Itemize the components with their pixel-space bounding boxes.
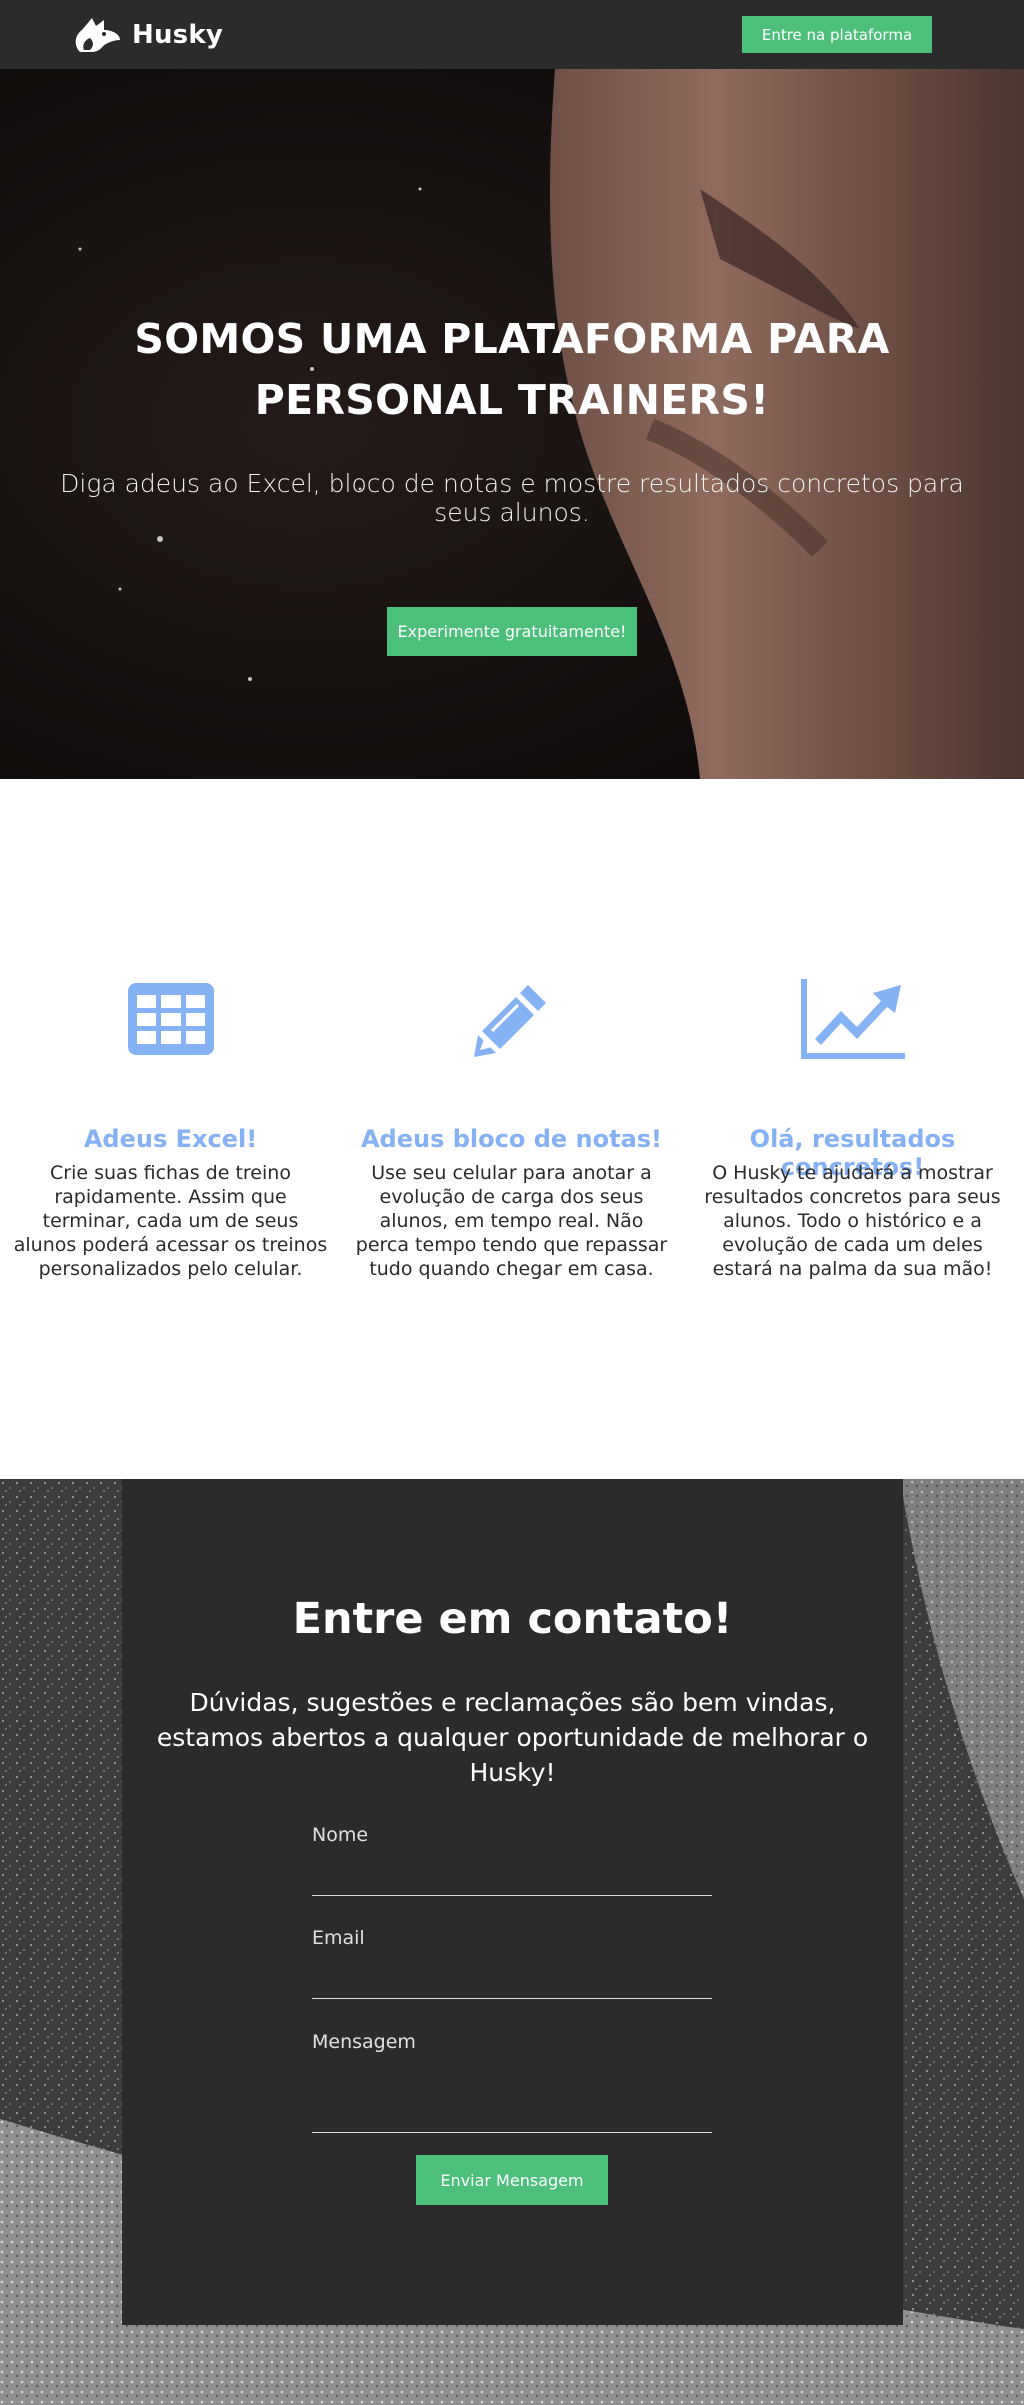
feature-text: Use seu celular para anotar a evolução d… (355, 1162, 668, 1280)
pencil-icon (473, 985, 546, 1057)
email-label: Email (312, 1927, 365, 1949)
enter-platform-button[interactable]: Entre na plataforma (742, 16, 932, 53)
contact-title: Entre em contato! (292, 1594, 733, 1644)
contact-panel: Entre em contato! Dúvidas, sugestões e r… (122, 1479, 903, 2325)
hero-title-line-1: SOMOS UMA PLATAFORMA PARA (134, 315, 890, 363)
name-label: Nome (312, 1824, 369, 1846)
email-input[interactable] (312, 1959, 712, 1995)
name-field: Nome (312, 1824, 712, 1896)
hero-subtitle: Diga adeus ao Excel, bloco de notas e mo… (60, 469, 964, 527)
hero-content: SOMOS UMA PLATAFORMA PARA PERSONAL TRAIN… (0, 69, 1024, 779)
contact-section: Entre em contato! Dúvidas, sugestões e r… (0, 1479, 1024, 2405)
contact-subtitle-line-2: estamos abertos a qualquer oportunidade … (156, 1723, 869, 1787)
message-field: Mensagem (312, 2031, 712, 2133)
message-textarea[interactable] (312, 2063, 712, 2129)
line-chart-icon (800, 979, 905, 1059)
send-message-button[interactable]: Enviar Mensagem (416, 2155, 608, 2205)
brand[interactable]: Husky (70, 12, 223, 58)
hero-title-line-2: PERSONAL TRAINERS! (254, 376, 770, 424)
feature-text: O Husky te ajudará a mostrar resultados … (704, 1162, 1001, 1280)
message-underline (312, 2132, 712, 2133)
message-label: Mensagem (312, 2031, 416, 2053)
feature-title: Adeus Excel! (83, 1125, 258, 1153)
contact-subtitle-line-1: Dúvidas, sugestões e reclamações são bem… (189, 1688, 836, 1717)
try-free-button[interactable]: Experimente gratuitamente! (387, 607, 637, 656)
email-underline (312, 1998, 712, 1999)
brand-name: Husky (132, 19, 223, 50)
feature-title: Adeus bloco de notas! (360, 1125, 662, 1153)
contact-subtitle: Dúvidas, sugestões e reclamações são bem… (122, 1685, 903, 1790)
navbar: Husky Entre na plataforma (0, 0, 1024, 69)
table-icon (127, 983, 214, 1055)
hero-section: SOMOS UMA PLATAFORMA PARA PERSONAL TRAIN… (0, 69, 1024, 779)
husky-logo-icon (75, 17, 120, 52)
name-underline (312, 1895, 712, 1896)
hero-title: SOMOS UMA PLATAFORMA PARA PERSONAL TRAIN… (0, 309, 1024, 431)
feature-text: Crie suas fichas de treino rapidamente. … (13, 1162, 328, 1280)
features-section: Adeus Excel! Crie suas fichas de treino … (0, 779, 1024, 1479)
email-field: Email (312, 1927, 712, 1999)
name-input[interactable] (312, 1856, 712, 1892)
